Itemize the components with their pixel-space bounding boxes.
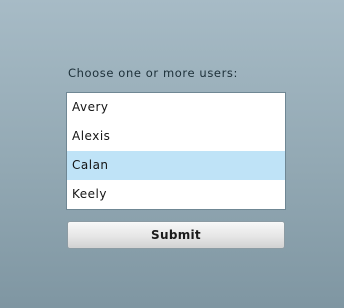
- user-option-alexis[interactable]: Alexis: [67, 122, 285, 151]
- user-option-avery[interactable]: Avery: [67, 93, 285, 122]
- users-listbox[interactable]: Avery Alexis Calan Keely: [66, 92, 286, 210]
- page-background: Choose one or more users: Avery Alexis C…: [0, 0, 344, 308]
- users-prompt-label: Choose one or more users:: [68, 66, 238, 80]
- user-option-keely[interactable]: Keely: [67, 180, 285, 209]
- submit-button[interactable]: Submit: [67, 221, 285, 249]
- user-option-calan[interactable]: Calan: [67, 151, 285, 180]
